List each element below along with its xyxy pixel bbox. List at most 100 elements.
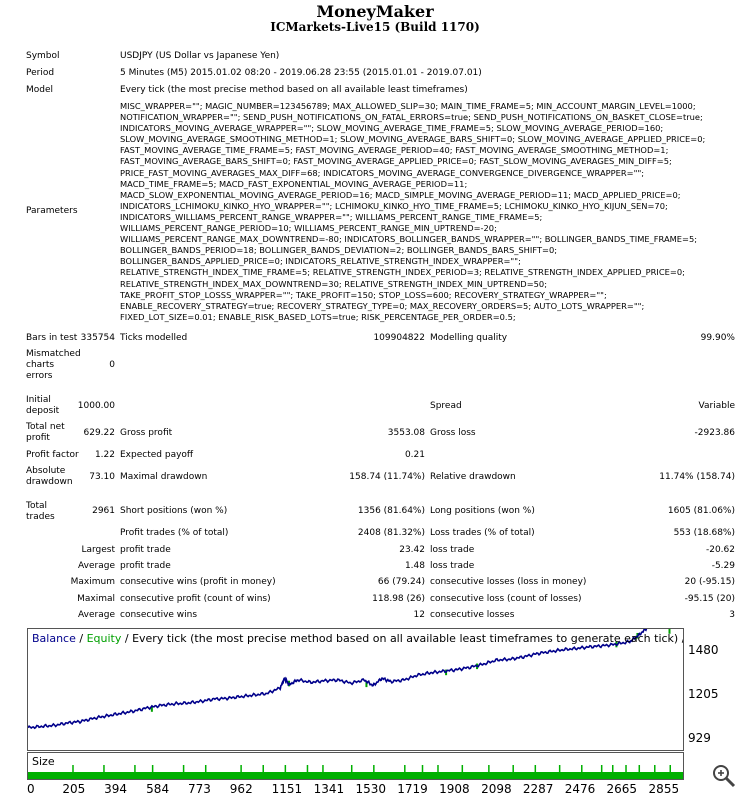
- avg-consecutive-wins-label: consecutive wins: [120, 610, 198, 620]
- loss-trades-value: 553 (18.68%): [673, 528, 735, 538]
- bars-value: 335754: [80, 333, 115, 343]
- parameter-line: INDICATORS_WILLIAMS_PERCENT_RANGE_WRAPPE…: [120, 211, 543, 222]
- parameter-line: MACD_TIME_FRAME=5; MACD_FAST_EXPONENTIAL…: [120, 178, 468, 189]
- x-tick-label: 584: [146, 782, 170, 796]
- size-bar: [103, 765, 105, 773]
- rel-drawdown-value: 11.74% (158.74): [659, 472, 735, 482]
- max-drawdown-label: Maximal drawdown: [120, 472, 208, 482]
- symbol-value: USDJPY (US Dollar vs Japanese Yen): [120, 51, 280, 61]
- max-drawdown-value: 158.74 (11.74%): [349, 472, 425, 482]
- size-bar: [72, 765, 74, 773]
- x-tick-label: 394: [104, 782, 128, 796]
- max-consecutive-wins-label: consecutive wins (profit in money): [120, 577, 276, 587]
- size-bar: [240, 765, 242, 773]
- y-tick-label: 929: [688, 731, 711, 745]
- deposit-value: 1000.00: [77, 401, 115, 411]
- x-tick-label: 2476: [564, 782, 596, 796]
- parameter-line: WILLIAMS_PERCENT_RANGE_PERIOD=10; WILLIA…: [120, 223, 497, 234]
- parameter-line: FIXED_LOT_SIZE=0.01; ENABLE_RISK_BASED_L…: [120, 311, 516, 322]
- abs-drawdown-value: 73.10: [89, 472, 115, 482]
- largest-profit-trade-value: 23.42: [399, 545, 425, 555]
- size-bar: [421, 765, 424, 773]
- x-tick-label: 1151: [271, 782, 303, 796]
- balance-chart: Balance / Equity / Every tick (the most …: [27, 628, 684, 751]
- spread-value: Variable: [698, 401, 735, 411]
- size-bar: [134, 765, 136, 773]
- size-bar: [284, 765, 287, 773]
- size-chart-svg: [28, 765, 683, 779]
- parameter-line: FAST_MOVING_AVERAGE_TIME_FRAME=5; FAST_M…: [120, 145, 669, 156]
- size-bar: [350, 765, 353, 773]
- ticks-value: 109904822: [373, 333, 425, 343]
- average-profit-trade-label: profit trade: [120, 561, 171, 571]
- total-trades-value: 2961: [92, 506, 115, 516]
- spread-label: Spread: [430, 401, 462, 411]
- total-trades-label-1: Total: [26, 501, 48, 511]
- rel-drawdown-label: Relative drawdown: [430, 472, 516, 482]
- size-chart: Size: [27, 752, 684, 780]
- maximal-consecutive-profit-value: 118.98 (26): [372, 594, 425, 604]
- period-value: 5 Minutes (M5) 2015.01.02 08:20 - 2019.0…: [120, 68, 482, 78]
- average-consecutive-label: Average: [78, 610, 115, 620]
- x-tick-label: 1530: [355, 782, 386, 796]
- parameter-line: BOLLINGER_BANDS_APPLIED_PRICE=0; INDICAT…: [120, 256, 521, 267]
- x-tick-label: 962: [229, 782, 253, 796]
- size-bar: [437, 765, 439, 773]
- maximal-consecutive-loss-value: -95.15 (20): [684, 594, 735, 604]
- x-tick-label: 1908: [439, 782, 470, 796]
- profit-trades-value: 2408 (81.32%): [357, 528, 425, 538]
- parameters-list: MISC_WRAPPER=""; MAGIC_NUMBER=123456789;…: [120, 101, 745, 323]
- size-bar: [669, 765, 672, 773]
- x-tick-label: 0: [27, 782, 35, 796]
- largest-loss-trade-label: loss trade: [430, 545, 475, 555]
- parameter-line: WILLIAMS_PERCENT_RANGE_MAX_DOWNTREND=-80…: [120, 234, 698, 245]
- max-consecutive-losses-label: consecutive losses (loss in money): [430, 577, 587, 587]
- period-label: Period: [26, 68, 55, 78]
- maximal-consecutive-profit-label: consecutive profit (count of wins): [120, 594, 271, 604]
- net-profit-value: 629.22: [83, 428, 116, 438]
- parameter-line: BOLLINGER_BANDS_PERIOD=18; BOLLINGER_BAN…: [120, 245, 558, 256]
- parameter-line: NOTIFICATION_WRAPPER=""; SEND_PUSH_NOTIF…: [120, 112, 703, 123]
- size-bar: [322, 765, 324, 773]
- size-bar: [373, 765, 375, 773]
- max-consecutive-losses-value: 20 (-95.15): [684, 577, 735, 587]
- zoom-icon[interactable]: [712, 764, 736, 788]
- size-bar: [306, 765, 309, 773]
- x-tick-label: 2287: [522, 782, 554, 796]
- parameter-line: INDICATORS_MOVING_AVERAGE_WRAPPER=""; SL…: [120, 123, 664, 134]
- legend-description: / Every tick (the most precise method ba…: [121, 632, 684, 645]
- parameter-line: SLOW_MOVING_AVERAGE_SMOOTHING_METHOD=1; …: [120, 134, 706, 145]
- size-bar: [461, 765, 464, 773]
- model-value: Every tick (the most precise method base…: [120, 85, 468, 95]
- size-bar: [262, 765, 264, 773]
- long-positions-value: 1605 (81.06%): [667, 506, 735, 516]
- largest-loss-trade-value: -20.62: [705, 545, 735, 555]
- quality-label: Modelling quality: [430, 333, 508, 343]
- size-bar: [404, 765, 406, 773]
- balance-chart-svg: [28, 629, 671, 730]
- size-bar: [151, 765, 154, 773]
- maximal-consecutive-loss-label: consecutive loss (count of losses): [430, 594, 582, 604]
- expected-payoff-label: Expected payoff: [120, 450, 194, 460]
- max-consecutive-wins-value: 66 (79.24): [377, 577, 425, 587]
- gross-loss-value: -2923.86: [694, 428, 735, 438]
- legend-separator: /: [75, 632, 87, 645]
- largest-profit-trade-label: profit trade: [120, 545, 171, 555]
- parameter-line: MISC_WRAPPER=""; MAGIC_NUMBER=123456789;…: [120, 101, 696, 111]
- x-tick-label: 205: [62, 782, 86, 796]
- legend-balance: Balance: [32, 632, 76, 645]
- size-bar: [534, 765, 537, 773]
- gross-profit-label: Gross profit: [120, 428, 173, 438]
- size-bar: [581, 765, 583, 773]
- parameters-label: Parameters: [26, 206, 78, 216]
- size-bar: [558, 765, 561, 773]
- loss-trades-label: Loss trades (% of total): [430, 528, 535, 538]
- size-bar: [600, 765, 603, 773]
- size-bar: [182, 765, 185, 773]
- x-tick-label: 1719: [397, 782, 428, 796]
- short-positions-label: Short positions (won %): [120, 506, 228, 516]
- short-positions-value: 1356 (81.64%): [357, 506, 425, 516]
- expected-payoff-value: 0.21: [404, 450, 425, 460]
- ticks-label: Ticks modelled: [120, 333, 188, 343]
- deposit-label-1: Initial: [26, 395, 51, 405]
